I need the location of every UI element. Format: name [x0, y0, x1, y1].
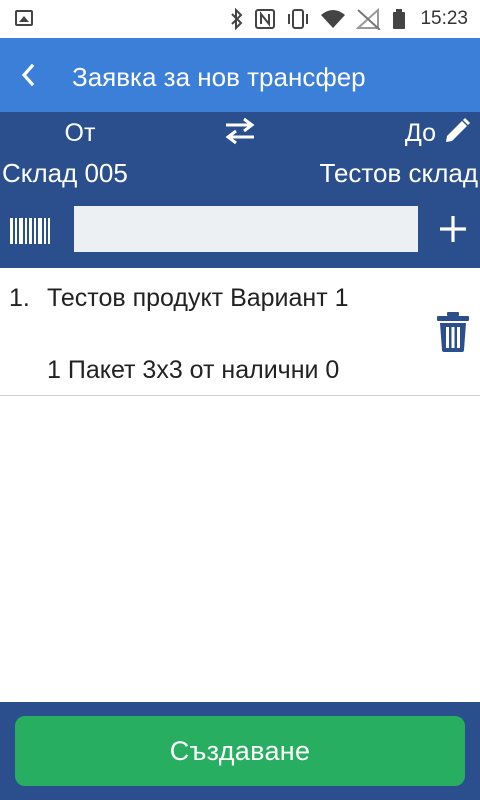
add-product-button[interactable]	[432, 208, 474, 250]
to-warehouse[interactable]: Тестов склад	[320, 158, 478, 188]
trash-icon	[437, 312, 469, 352]
item-name: Тестов продукт Вариант 1	[47, 284, 349, 312]
bluetooth-icon	[231, 8, 243, 30]
swap-warehouses-button[interactable]	[220, 116, 260, 146]
edit-destination-button[interactable]	[442, 116, 474, 148]
transfer-panel: От Склад 005 До Тестов склад	[0, 112, 480, 268]
product-search-input[interactable]	[74, 206, 418, 252]
plus-icon	[440, 216, 466, 242]
footer: Създаване	[0, 702, 480, 800]
item-list: 1. Тестов продукт Вариант 1 1 Пакет 3x3 …	[0, 268, 480, 396]
from-warehouse[interactable]: Склад 005	[2, 158, 128, 188]
no-signal-icon	[356, 8, 382, 30]
status-bar: 15:23	[0, 0, 480, 38]
delete-item-button[interactable]	[432, 310, 474, 354]
list-item[interactable]: 1. Тестов продукт Вариант 1 1 Пакет 3x3 …	[0, 268, 480, 396]
to-label: До	[404, 119, 436, 147]
chevron-left-icon	[21, 63, 35, 87]
barcode-icon	[10, 218, 50, 244]
create-button[interactable]: Създаване	[15, 716, 465, 786]
swap-arrows-icon	[225, 117, 255, 145]
item-index: 1.	[9, 284, 30, 312]
barcode-scan-button[interactable]	[10, 218, 50, 244]
vibrate-icon	[288, 9, 309, 29]
nfc-icon	[255, 9, 276, 29]
back-button[interactable]	[4, 51, 52, 99]
from-label: От	[64, 119, 96, 147]
page-title: Заявка за нов трансфер	[72, 62, 366, 92]
wifi-icon	[321, 10, 346, 28]
clock: 15:23	[420, 8, 468, 29]
gallery-icon	[15, 10, 33, 26]
battery-icon	[393, 9, 406, 29]
item-quantity: 1 Пакет 3x3 от налични 0	[47, 356, 340, 384]
pencil-icon	[446, 117, 471, 142]
status-icons: 15:23	[230, 0, 468, 38]
app-bar: Заявка за нов трансфер	[0, 38, 480, 112]
